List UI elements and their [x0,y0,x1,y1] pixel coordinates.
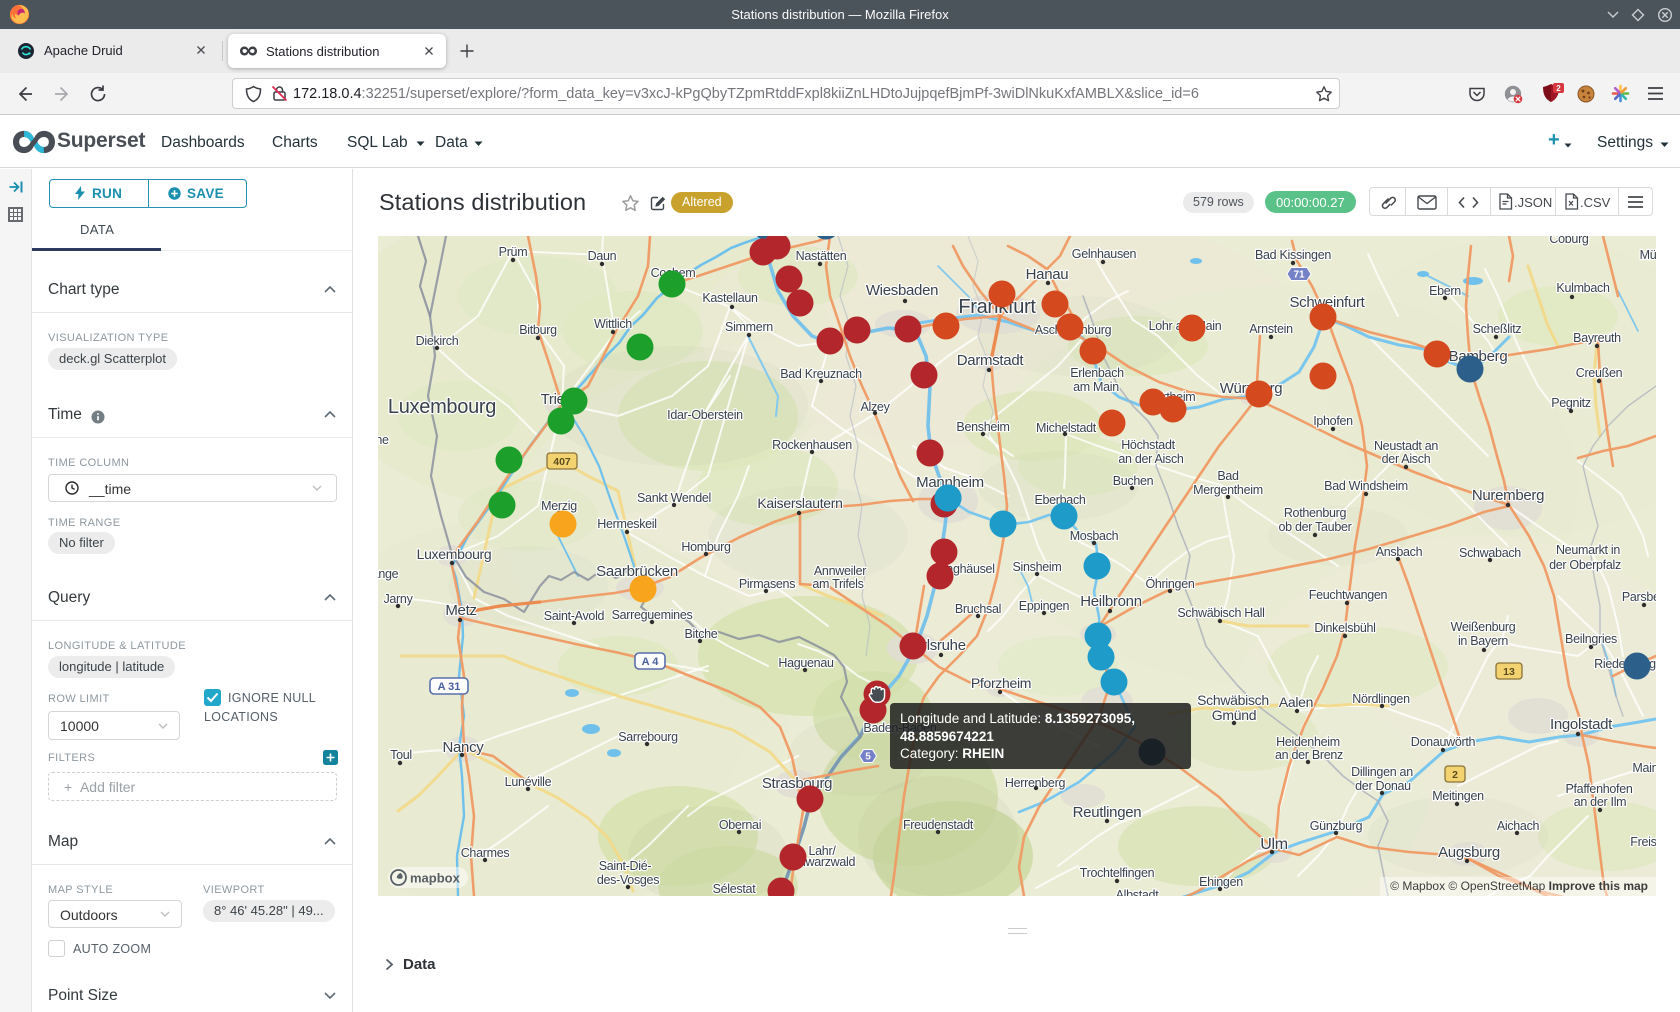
svg-text:Kaiserslautern: Kaiserslautern [757,495,842,511]
svg-text:Rothenburg: Rothenburg [1284,506,1347,520]
svg-text:Darmstadt: Darmstadt [957,352,1025,369]
svg-text:Wittlich: Wittlich [594,317,632,331]
svg-text:Sélestat: Sélestat [713,882,757,896]
svg-text:Schwäbisch Hall: Schwäbisch Hall [1177,606,1264,620]
svg-text:Freisin: Freisin [1630,835,1656,849]
svg-text:Feuchtwangen: Feuchtwangen [1309,588,1388,602]
svg-text:Arnstein: Arnstein [1249,322,1293,336]
svg-text:Höchstadt: Höchstadt [1121,438,1175,452]
svg-text:Luxembourg: Luxembourg [417,546,492,562]
svg-text:Aalen: Aalen [1279,694,1313,710]
svg-text:in Bayern: in Bayern [1458,634,1508,648]
svg-text:Meitingen: Meitingen [1432,789,1484,803]
svg-text:Ulm: Ulm [1260,836,1288,853]
svg-text:Pfaffenhofen: Pfaffenhofen [1565,782,1632,796]
svg-text:Donauwörth: Donauwörth [1411,735,1476,749]
svg-text:Idar-Oberstein: Idar-Oberstein [667,408,743,422]
svg-text:ange: ange [378,567,399,581]
svg-text:an der Brenz: an der Brenz [1275,748,1343,762]
svg-text:Pegnitz: Pegnitz [1551,396,1591,410]
svg-text:an der Aisch: an der Aisch [1118,452,1184,466]
svg-text:Bitche: Bitche [685,627,718,641]
svg-text:Beilngries: Beilngries [1565,632,1617,646]
svg-text:Pirmasens: Pirmasens [739,577,795,591]
svg-text:13: 13 [1503,666,1515,678]
svg-text:Albstadt: Albstadt [1116,888,1160,896]
svg-text:Heilbronn: Heilbronn [1080,593,1142,610]
svg-text:der Aisch: der Aisch [1382,452,1431,466]
svg-text:am Trifels: am Trifels [812,577,863,591]
svg-text:Trochtelfingen: Trochtelfingen [1080,866,1155,880]
svg-text:Mainbu: Mainbu [1632,761,1656,775]
svg-text:ob der Tauber: ob der Tauber [1278,520,1351,534]
svg-text:Scheßlitz: Scheßlitz [1473,322,1522,336]
svg-text:Nuremberg: Nuremberg [1472,487,1544,504]
svg-text:Ehingen: Ehingen [1199,875,1243,889]
svg-text:der Oberpfalz: der Oberpfalz [1549,558,1621,572]
svg-text:Coburg: Coburg [1549,236,1589,246]
svg-text:der Donau: der Donau [1355,779,1411,793]
svg-text:A 4: A 4 [642,656,660,668]
svg-text:5: 5 [865,752,871,763]
svg-text:mapbox: mapbox [410,871,461,886]
svg-text:2: 2 [1452,769,1458,781]
svg-text:Erlenbach: Erlenbach [1070,366,1124,380]
svg-text:Dillingen an: Dillingen an [1351,765,1413,779]
svg-text:Dinkelsbühl: Dinkelsbühl [1314,621,1375,635]
svg-text:ne: ne [378,433,389,447]
svg-text:Prüm: Prüm [499,245,528,259]
svg-text:Bayreuth: Bayreuth [1573,331,1621,345]
svg-text:Bad: Bad [1217,469,1239,483]
svg-text:an der Ilm: an der Ilm [1574,795,1627,809]
svg-text:Aichach: Aichach [1497,819,1540,833]
svg-text:Metz: Metz [445,602,476,619]
svg-text:Reutlingen: Reutlingen [1073,804,1142,821]
svg-text:Bad Windsheim: Bad Windsheim [1324,479,1408,493]
svg-text:Parsberg: Parsberg [1622,590,1656,604]
svg-text:Daun: Daun [588,249,617,263]
svg-text:Strasbourg: Strasbourg [762,775,832,792]
svg-text:Obernai: Obernai [719,818,761,832]
svg-text:Münche: Münche [1640,248,1656,262]
svg-text:Toul: Toul [390,748,412,762]
svg-text:Augsburg: Augsburg [1438,844,1500,861]
svg-text:71: 71 [1293,270,1305,281]
svg-text:Saint-Dié-: Saint-Dié- [599,859,652,873]
svg-text:Neumarkt in: Neumarkt in [1556,543,1620,557]
svg-text:Kulmbach: Kulmbach [1556,281,1610,295]
svg-text:Hermeskeil: Hermeskeil [597,517,657,531]
svg-text:Sarrebourg: Sarrebourg [618,730,678,744]
svg-text:2: 2 [1556,84,1561,93]
svg-text:Ansbach: Ansbach [1376,545,1423,559]
svg-text:Luxembourg: Luxembourg [388,396,496,418]
svg-text:Gelnhausen: Gelnhausen [1072,247,1137,261]
svg-text:Simmern: Simmern [725,320,773,334]
svg-text:Bitburg: Bitburg [519,323,557,337]
svg-text:Creußen: Creußen [1576,366,1623,380]
svg-text:407: 407 [553,456,571,468]
svg-text:A 31: A 31 [438,681,461,693]
svg-text:Gmünd: Gmünd [1212,707,1256,723]
svg-text:Ingolstadt: Ingolstadt [1550,716,1613,733]
svg-text:Buchen: Buchen [1113,474,1154,488]
svg-text:am Main: am Main [1073,380,1119,394]
svg-text:Schwäbisch: Schwäbisch [1197,692,1269,708]
svg-text:Nördlingen: Nördlingen [1352,692,1410,706]
svg-text:Pforzheim: Pforzheim [971,675,1031,691]
svg-text:Heidenheim: Heidenheim [1276,735,1340,749]
svg-text:Kastellaun: Kastellaun [702,291,758,305]
svg-text:Weißenburg: Weißenburg [1451,620,1516,634]
svg-text:Iphofen: Iphofen [1313,414,1353,428]
svg-text:Hanau: Hanau [1026,266,1069,283]
svg-text:Wiesbaden: Wiesbaden [866,282,938,299]
svg-text:Annweiler: Annweiler [814,564,866,578]
svg-text:Haguenau: Haguenau [778,656,834,670]
svg-text:Bad Kissingen: Bad Kissingen [1255,248,1331,262]
svg-text:Nastätten: Nastätten [796,249,847,263]
svg-text:Neustadt an: Neustadt an [1374,439,1438,453]
